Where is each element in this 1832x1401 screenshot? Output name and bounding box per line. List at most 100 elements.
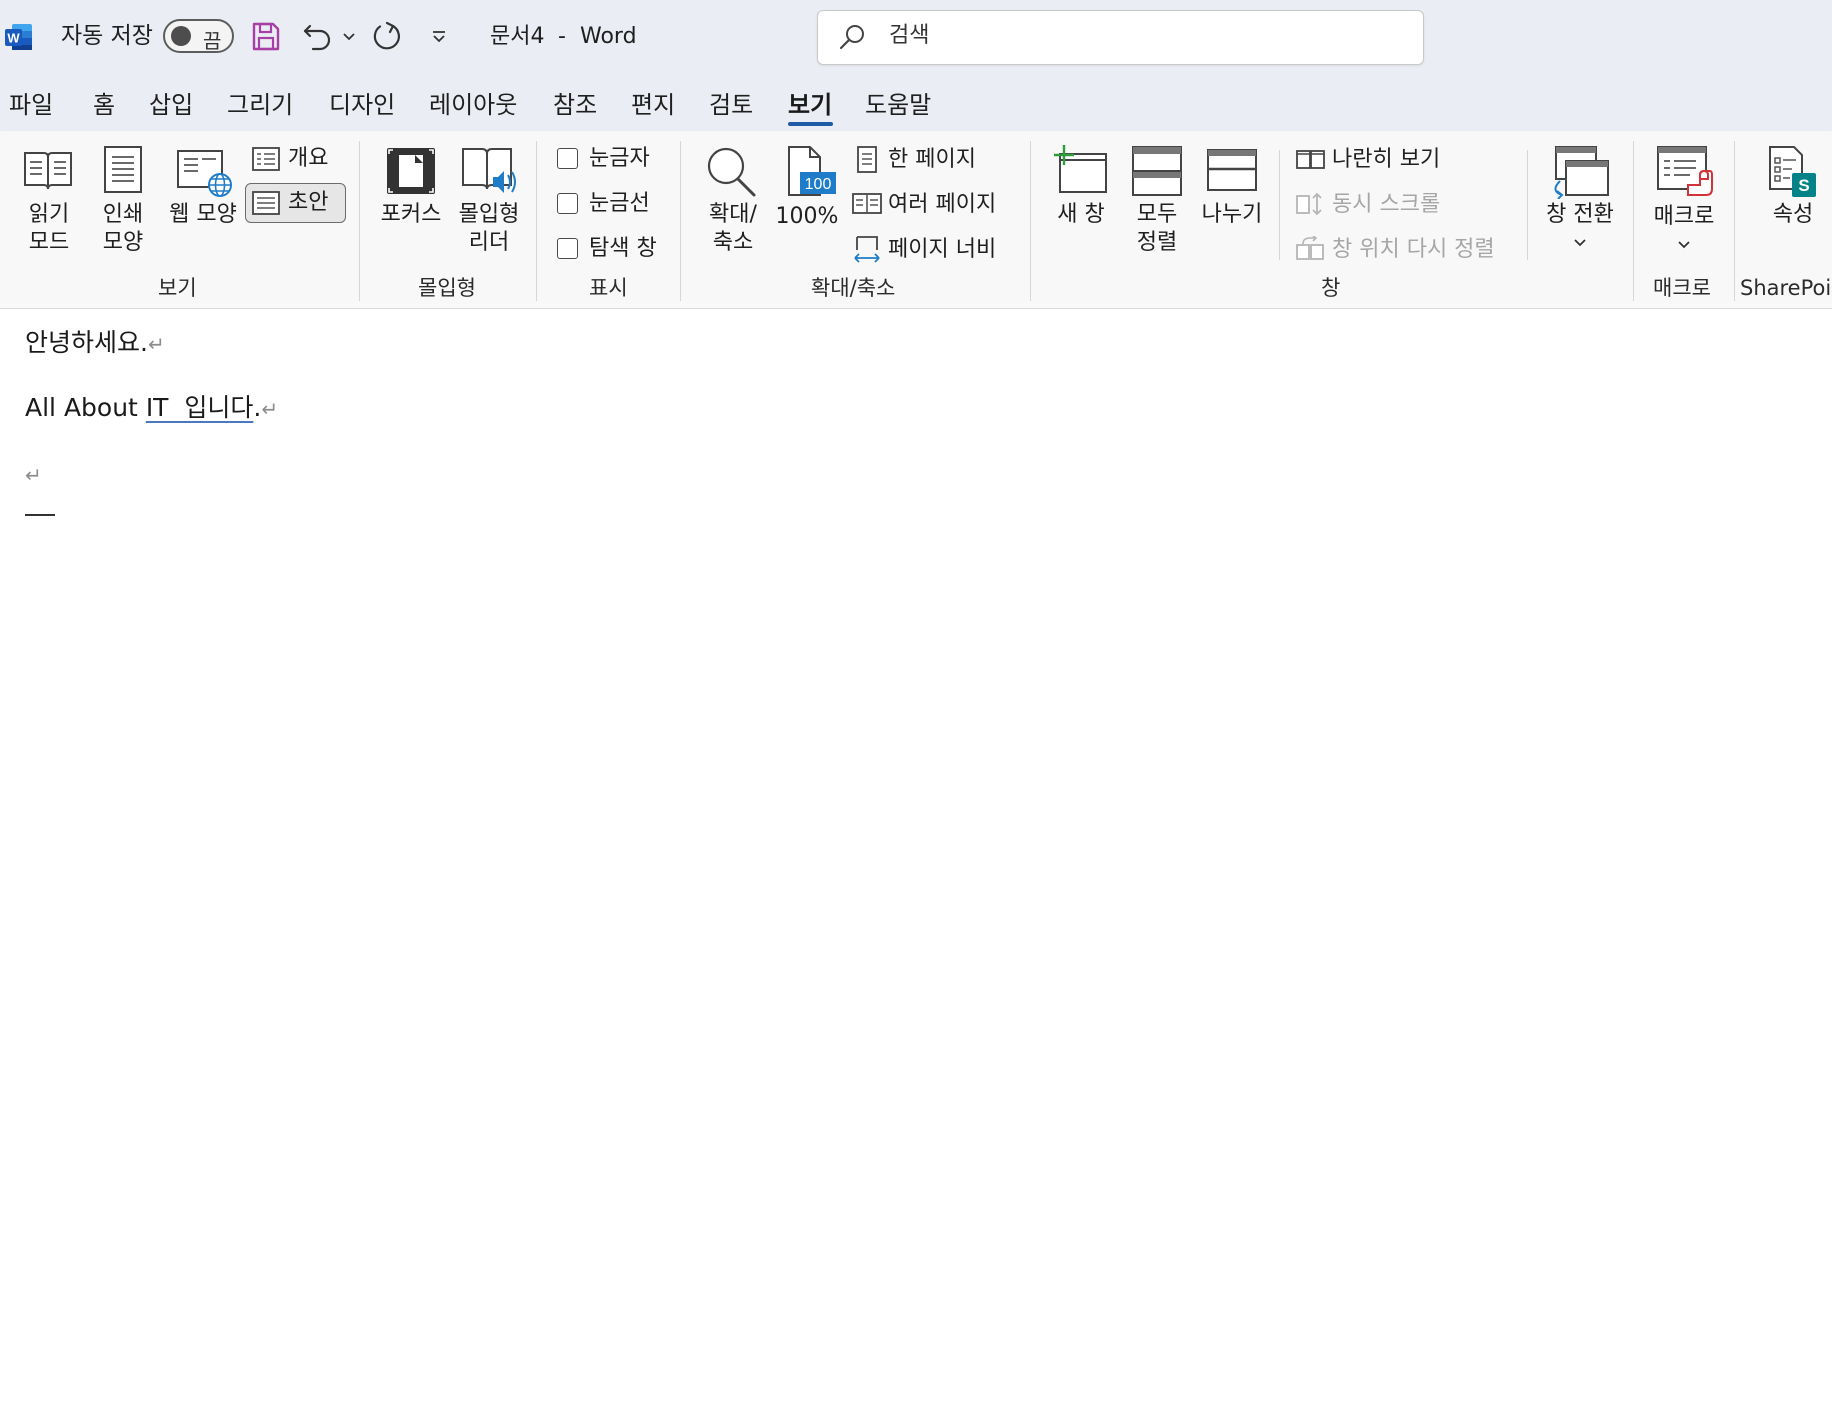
customize-toolbar-icon[interactable] <box>430 30 448 44</box>
print-layout-button[interactable]: 인쇄 모양 <box>88 145 158 260</box>
zoom-100-button[interactable]: 100 100% <box>772 145 842 235</box>
reading-mode-label-2: 모드 <box>28 230 70 255</box>
immersive-reader-icon <box>462 148 516 193</box>
outline-icon <box>252 147 280 171</box>
macros-label: 매크로 <box>1653 204 1715 229</box>
document-canvas[interactable]: 안녕하세요.↵ All About IT 입니다.↵ ↵ <box>0 309 1832 1401</box>
properties-button[interactable]: S 속성 <box>1748 145 1832 235</box>
split-label: 나누기 <box>1201 202 1263 227</box>
zoom-100-label: 100% <box>775 204 839 229</box>
ruler-checkbox[interactable] <box>557 148 578 169</box>
ruler-label: 눈금자 <box>589 146 650 171</box>
search-icon <box>839 25 864 50</box>
focus-icon <box>387 148 435 194</box>
show-group-label: 표시 <box>589 276 628 300</box>
draft-icon <box>252 191 280 215</box>
autosave-toggle[interactable]: 끔 <box>163 19 234 53</box>
one-page-button[interactable]: 한 페이지 <box>852 142 1022 176</box>
tab-layout[interactable]: 레이아웃 <box>429 93 517 117</box>
gridlines-label: 눈금선 <box>589 191 650 216</box>
paragraph-mark-icon: ↵ <box>25 463 42 487</box>
split-button[interactable]: 나누기 <box>1196 145 1268 235</box>
zoom-button[interactable]: 확대/ 축소 <box>694 145 772 260</box>
tab-help[interactable]: 도움말 <box>865 93 931 117</box>
reading-mode-button[interactable]: 읽기 모드 <box>14 145 84 260</box>
macros-button[interactable]: 매크로 <box>1644 145 1724 260</box>
new-window-button[interactable]: 새 창 <box>1044 145 1118 235</box>
title-bar: W 자동 저장 끔 문서4 - Word 검색 <box>0 0 1832 76</box>
multiple-pages-icon <box>852 193 882 214</box>
outline-label: 개요 <box>288 146 329 171</box>
page-width-icon <box>854 236 880 263</box>
arrange-all-icon <box>1132 146 1182 196</box>
zoom-label-2: 축소 <box>712 230 754 255</box>
autosave-label: 자동 저장 <box>61 23 153 49</box>
reading-mode-icon <box>24 152 72 190</box>
reset-window-position-button: 창 위치 다시 정렬 <box>1296 232 1516 266</box>
tab-mailings[interactable]: 편지 <box>631 93 675 117</box>
document-paragraph-1[interactable]: 안녕하세요.↵ <box>25 330 165 355</box>
macros-chevron-icon <box>1678 241 1690 249</box>
page-width-button[interactable]: 페이지 너비 <box>852 232 1022 266</box>
word-logo-icon: W <box>5 24 32 50</box>
search-box[interactable]: 검색 <box>817 10 1424 65</box>
zoom-100-icon-text: 100 <box>805 176 832 193</box>
zoom-group-label: 확대/축소 <box>811 276 896 300</box>
tab-insert[interactable]: 삽입 <box>149 93 193 117</box>
side-by-side-icon <box>1296 150 1325 169</box>
navigation-pane-checkbox[interactable] <box>557 238 578 259</box>
group-separator <box>680 141 681 301</box>
macros-group-label: 매크로 <box>1653 276 1711 300</box>
search-placeholder: 검색 <box>889 23 930 48</box>
tab-references[interactable]: 참조 <box>553 93 597 117</box>
web-layout-label: 웹 모양 <box>169 202 237 227</box>
save-icon[interactable] <box>251 21 281 52</box>
tab-home[interactable]: 홈 <box>93 93 115 117</box>
focus-label: 포커스 <box>380 202 442 227</box>
arrange-all-button[interactable]: 모두 정렬 <box>1122 145 1192 260</box>
undo-dropdown-chevron-icon[interactable] <box>342 32 356 42</box>
macros-icon <box>1657 146 1713 196</box>
draft-button[interactable]: 초안 <box>245 183 346 223</box>
document-paragraph-3[interactable]: ↵ <box>25 461 42 486</box>
group-separator <box>1633 141 1634 301</box>
reset-window-position-label: 창 위치 다시 정렬 <box>1332 237 1495 262</box>
web-layout-button[interactable]: 웹 모양 <box>164 145 242 235</box>
switch-windows-chevron-icon <box>1574 239 1586 247</box>
tab-view[interactable]: 보기 <box>788 93 832 117</box>
paragraph-1-text: 안녕하세요. <box>25 328 148 357</box>
print-layout-icon <box>104 146 142 193</box>
properties-label: 속성 <box>1772 202 1814 227</box>
immersive-reader-label-2: 리더 <box>468 230 510 255</box>
side-by-side-button[interactable]: 나란히 보기 <box>1296 142 1496 176</box>
tab-draw[interactable]: 그리기 <box>227 93 293 117</box>
redo-icon[interactable] <box>370 20 404 54</box>
undo-icon[interactable] <box>302 20 336 52</box>
reset-window-position-icon <box>1296 236 1324 260</box>
switch-windows-icon <box>1554 146 1609 199</box>
group-separator <box>536 141 537 301</box>
document-paragraph-2[interactable]: All About IT 입니다.↵ <box>25 395 278 420</box>
page-width-label: 페이지 너비 <box>888 237 997 262</box>
sync-scroll-icon <box>1296 192 1322 216</box>
zoom-magnifier-icon <box>707 147 756 197</box>
proofing-underlined-text[interactable]: IT 입니다 <box>146 393 254 422</box>
tab-design[interactable]: 디자인 <box>329 93 395 117</box>
focus-button[interactable]: 포커스 <box>374 145 448 235</box>
sync-scroll-button: 동시 스크롤 <box>1296 187 1496 221</box>
gridlines-checkbox[interactable] <box>557 193 578 214</box>
immersive-reader-button[interactable]: 몰입형 리더 <box>452 145 526 260</box>
multiple-pages-button[interactable]: 여러 페이지 <box>852 187 1022 221</box>
tab-file[interactable]: 파일 <box>9 93 53 117</box>
split-icon <box>1207 149 1257 191</box>
web-layout-icon <box>177 150 232 197</box>
group-separator <box>1734 141 1735 301</box>
switch-windows-button[interactable]: 창 전환 <box>1536 145 1624 260</box>
print-layout-label-1: 인쇄 <box>102 202 144 227</box>
sync-scroll-label: 동시 스크롤 <box>1332 192 1441 217</box>
one-page-label: 한 페이지 <box>888 147 976 172</box>
tab-review[interactable]: 검토 <box>709 93 753 117</box>
paragraph-mark-icon: ↵ <box>147 332 165 356</box>
end-of-document-marker <box>25 514 55 516</box>
outline-button[interactable]: 개요 <box>250 142 340 176</box>
